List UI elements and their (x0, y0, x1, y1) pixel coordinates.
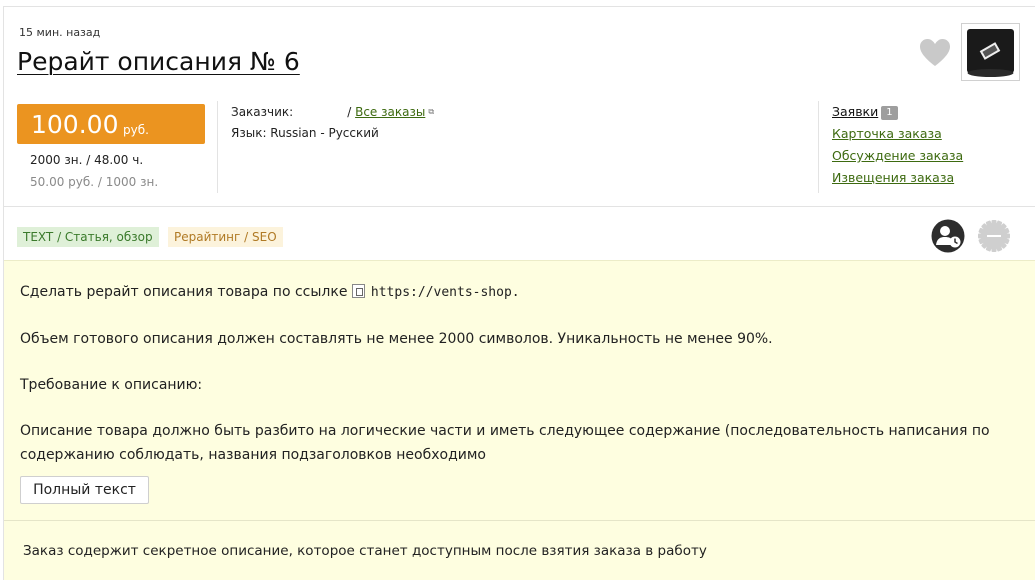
desc-line-3: Требование к описанию: (20, 377, 203, 393)
separator: / (347, 105, 352, 119)
rate-per-thousand: 50.00 руб. / 1000 зн. (30, 175, 159, 189)
url-link-icon (351, 284, 365, 298)
volume-deadline: 2000 зн. / 48.00 ч. (30, 153, 144, 167)
order-card-link[interactable]: Карточка заказа (832, 126, 942, 141)
product-thumbnail (961, 23, 1020, 81)
order-description: Сделать рерайт описания товара по ссылке… (4, 260, 1035, 520)
divider (217, 101, 218, 193)
category-tag[interactable]: TEXT / Статья, обзор (17, 227, 159, 247)
desc-line-5: содержанию соблюдать, названия подзаголо… (20, 447, 486, 463)
language-line: Язык: Russian - Русский (231, 126, 379, 140)
desc-line-1: Сделать рерайт описания товара по ссылке (20, 284, 348, 300)
external-link-icon: ⧉ (428, 107, 435, 116)
all-orders-link[interactable]: Все заказы (355, 105, 425, 119)
bids-count-badge: 1 (881, 106, 898, 120)
heart-icon[interactable] (919, 38, 951, 68)
divider (4, 206, 1035, 207)
customer-label: Заказчик: (231, 105, 294, 119)
order-links: Заявки 1 Карточка заказа Обсуждение заказ… (832, 104, 963, 192)
order-notices-link[interactable]: Извещения заказа (832, 170, 954, 185)
secret-notice-box: Заказ содержит секретное описание, котор… (4, 520, 1035, 580)
desc-line-2: Объем готового описания должен составлят… (20, 331, 773, 347)
product-url[interactable]: https://vents-shop. (371, 285, 520, 300)
desc-line-4: Описание товара должно быть разбито на л… (20, 423, 990, 439)
price-badge: 100.00 руб. (17, 104, 205, 144)
price-currency: руб. (123, 123, 149, 137)
full-text-button[interactable]: Полный текст (20, 476, 149, 504)
bids-link[interactable]: Заявки (832, 104, 878, 119)
desc-line: Сделать рерайт описания товара по ссылке… (20, 284, 520, 300)
gear-icon[interactable] (976, 218, 1012, 254)
customer-line: Заказчик: / Все заказы ⧉ (231, 105, 434, 119)
order-discussion-link[interactable]: Обсуждение заказа (832, 148, 963, 163)
user-clock-icon[interactable] (931, 219, 965, 253)
subcategory-tag[interactable]: Рерайтинг / SEO (168, 227, 283, 247)
price-value: 100.00 (31, 110, 119, 139)
time-ago: 15 мин. назад (19, 26, 101, 39)
divider (818, 101, 819, 193)
secret-notice: Заказ содержит секретное описание, котор… (23, 543, 707, 559)
order-title[interactable]: Рерайт описания № 6 (17, 47, 300, 76)
